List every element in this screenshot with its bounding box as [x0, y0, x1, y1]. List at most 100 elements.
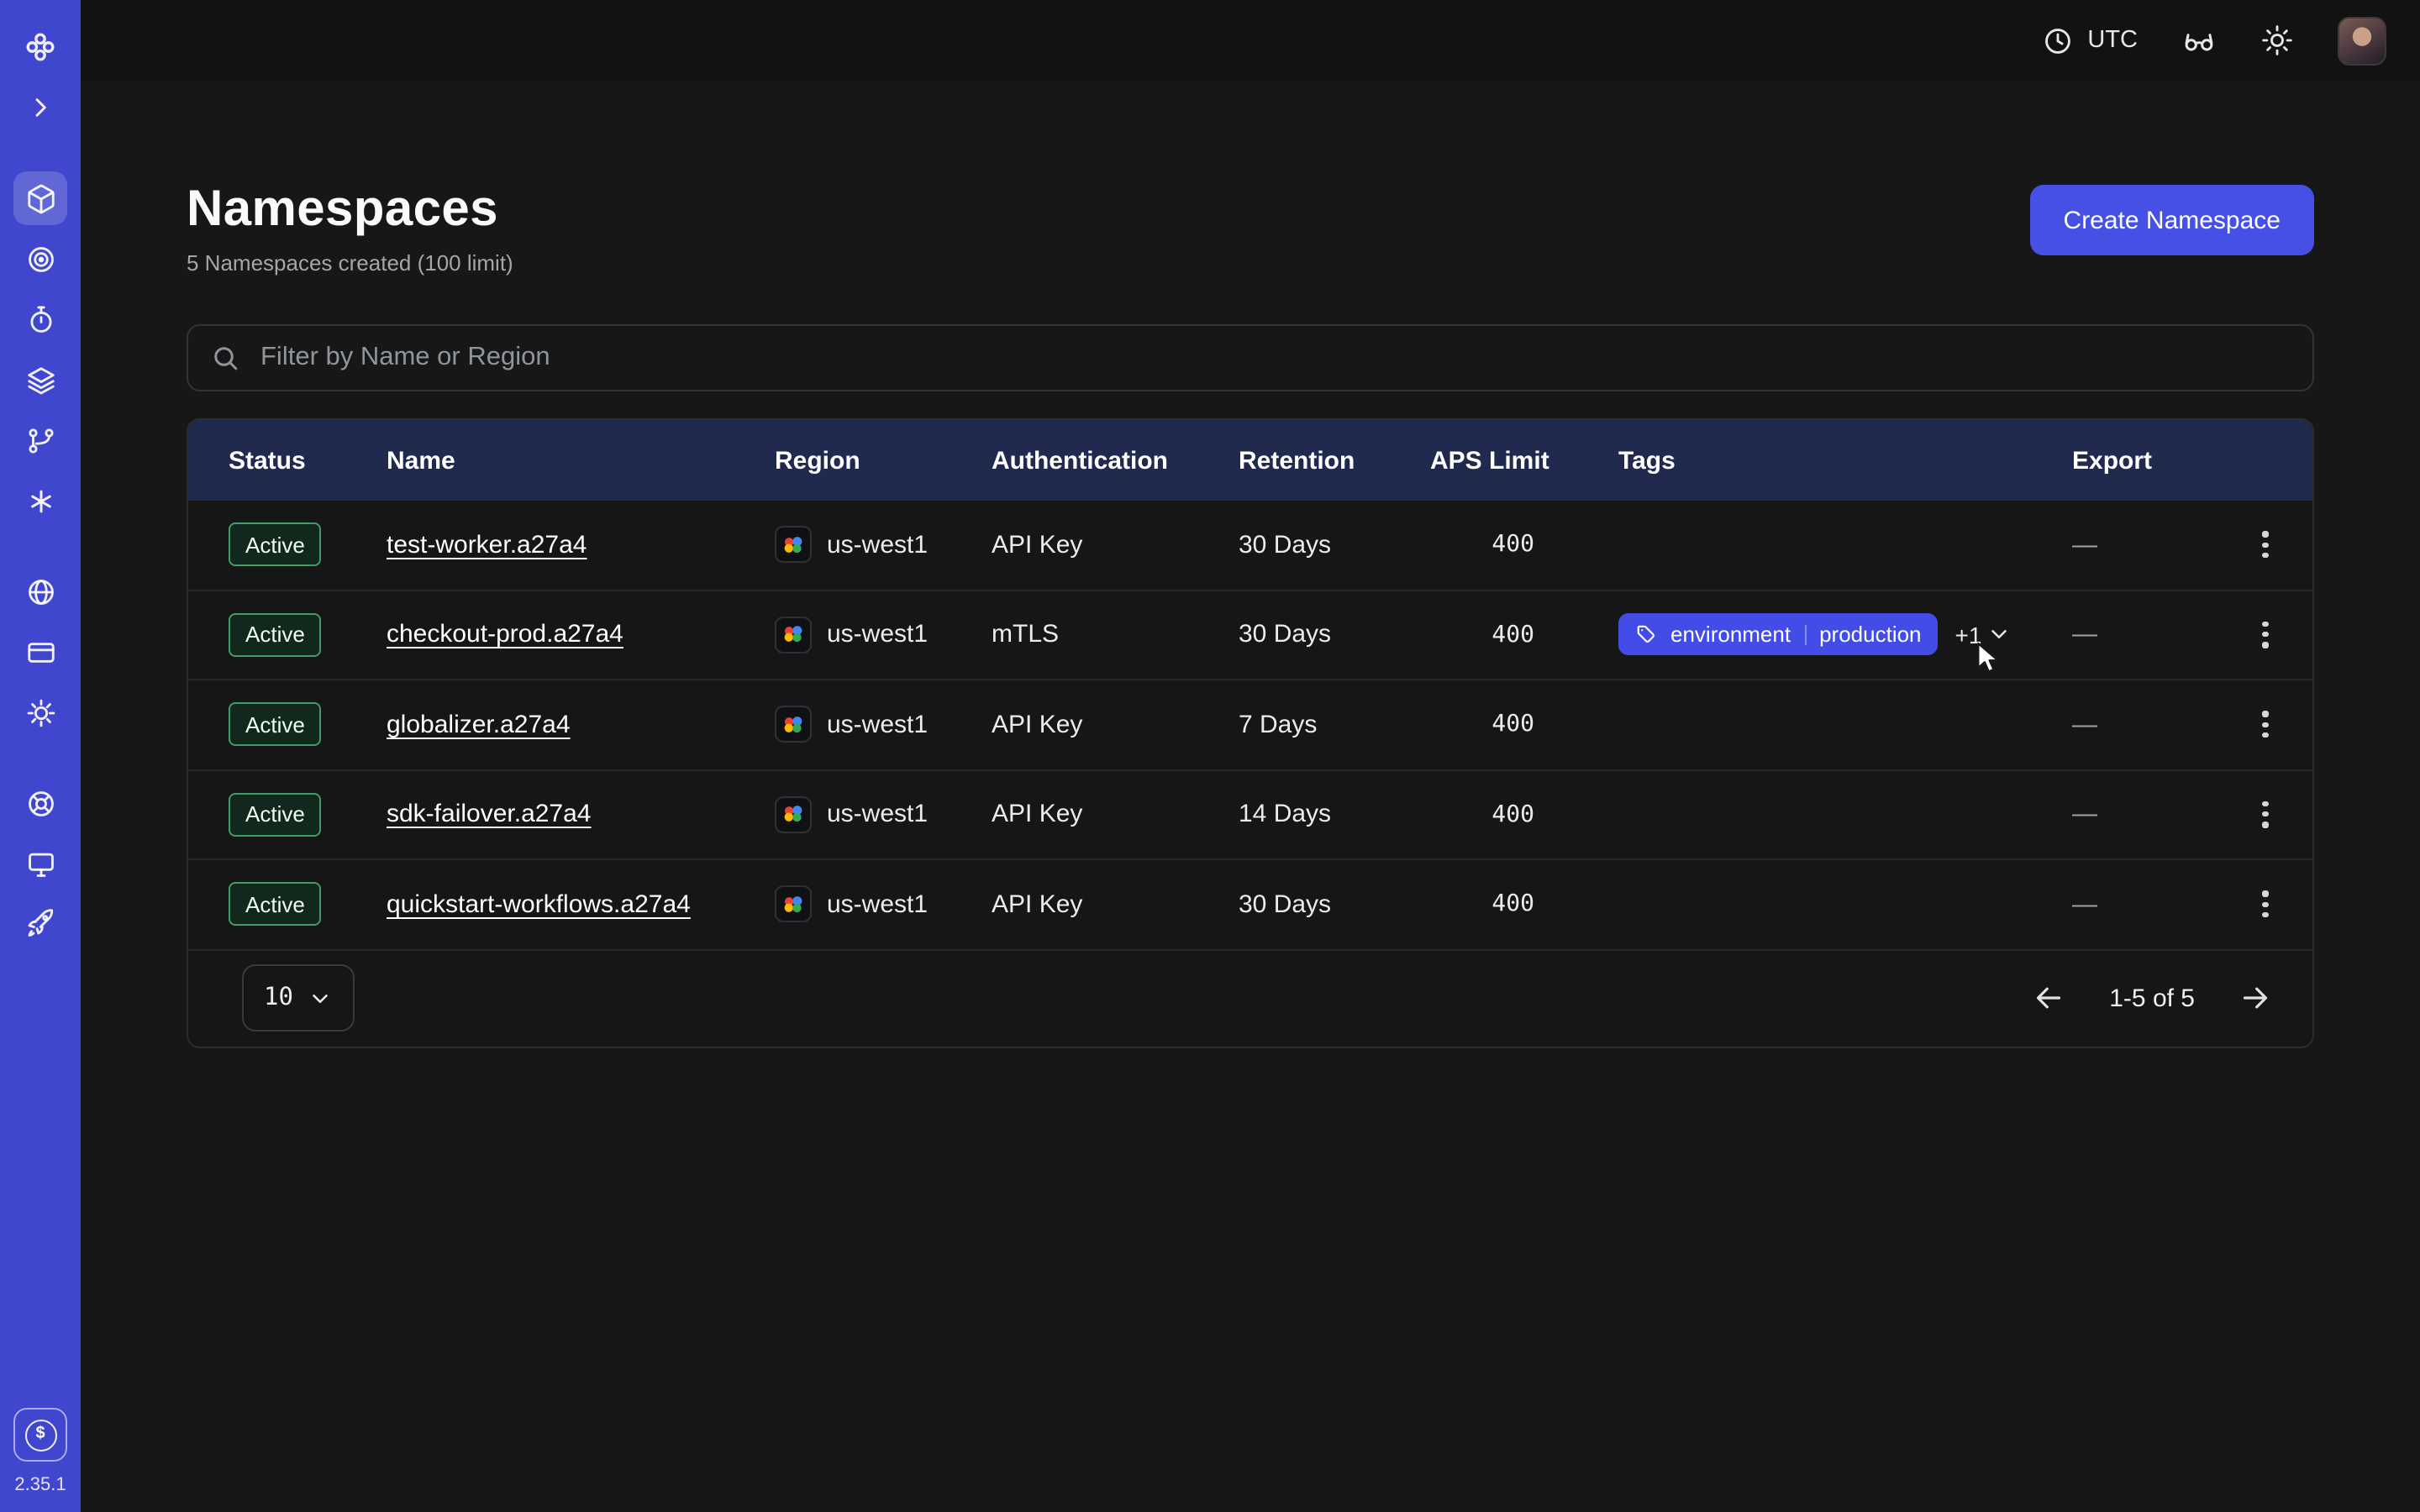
sidebar-item-schedules[interactable]: [13, 292, 67, 346]
retention-value: 30 Days: [1239, 531, 1430, 559]
column-header-aps-limit: APS Limit: [1430, 446, 1618, 475]
tags-more-expander[interactable]: +1: [1955, 622, 2012, 648]
page-title: Namespaces: [187, 181, 513, 239]
topbar: UTC: [81, 0, 2420, 81]
sidebar-item-target[interactable]: [13, 232, 67, 286]
tag-icon: [1635, 624, 1657, 646]
search-bar: [187, 324, 2314, 391]
column-header-tags: Tags: [1618, 446, 2072, 475]
sidebar-item-nexus[interactable]: [13, 474, 67, 528]
layers-icon: [24, 364, 56, 396]
timer-icon: [24, 303, 56, 335]
retention-value: 30 Days: [1239, 890, 1430, 919]
cube-icon: [24, 182, 56, 214]
monitor-icon: [24, 848, 56, 879]
gcp-cloud-icon: [775, 617, 812, 654]
page-size-select[interactable]: 10: [242, 964, 355, 1032]
aps-limit-value: 400: [1430, 891, 1618, 918]
app-root: $ 2.35.1 UTC: [0, 0, 2420, 1512]
chevron-down-icon: [1986, 622, 2012, 648]
auth-method: API Key: [992, 801, 1239, 829]
sidebar: $ 2.35.1: [0, 0, 81, 1512]
sidebar-item-support[interactable]: [13, 776, 67, 830]
region-label: us-west1: [827, 621, 928, 649]
namespace-link[interactable]: sdk-failover.a27a4: [387, 801, 592, 829]
namespaces-table: Status Name Region Authentication Retent…: [187, 418, 2314, 1047]
column-header-name: Name: [387, 446, 775, 475]
region-label: us-west1: [827, 890, 928, 919]
auth-method: API Key: [992, 531, 1239, 559]
dollar-icon: $: [24, 1419, 56, 1451]
export-value: —: [2072, 890, 2242, 919]
status-badge: Active: [229, 613, 322, 657]
namespace-link[interactable]: globalizer.a27a4: [387, 711, 571, 739]
row-actions-kebab-icon[interactable]: [2242, 612, 2289, 659]
row-actions-kebab-icon[interactable]: [2242, 791, 2289, 838]
auth-method: mTLS: [992, 621, 1239, 649]
rocket-icon: [24, 908, 56, 940]
column-header-region: Region: [775, 446, 992, 475]
sidebar-expand-chevron-icon[interactable]: [13, 81, 67, 134]
status-badge: Active: [229, 523, 322, 567]
timezone-selector[interactable]: UTC: [2042, 24, 2138, 56]
sidebar-item-deployments[interactable]: [13, 353, 67, 407]
theme-toggle[interactable]: [2260, 24, 2294, 57]
gear-icon: [24, 696, 56, 728]
content-column: UTC Namespaces: [81, 0, 2420, 1512]
temporal-logo-icon[interactable]: [13, 20, 67, 74]
sidebar-item-billing[interactable]: [13, 625, 67, 679]
gcp-cloud-icon: [775, 886, 812, 923]
table-row: Active quickstart-workflows.a27a4 us-wes…: [188, 858, 2312, 948]
row-actions-kebab-icon[interactable]: [2242, 701, 2289, 748]
region-label: us-west1: [827, 711, 928, 739]
main-content: Namespaces 5 Namespaces created (100 lim…: [81, 81, 2420, 1512]
life-buoy-icon: [24, 787, 56, 819]
dev-mode-toggle[interactable]: [2181, 23, 2217, 58]
auth-method: API Key: [992, 890, 1239, 919]
sidebar-item-docs[interactable]: [13, 837, 67, 890]
sidebar-item-usage[interactable]: $: [13, 1408, 67, 1462]
table-footer: 10 1-5 of 5: [188, 948, 2312, 1046]
sidebar-item-settings[interactable]: [13, 685, 67, 739]
namespace-link[interactable]: test-worker.a27a4: [387, 531, 587, 559]
tags-cell: environment production +1: [1618, 614, 2072, 656]
namespace-link[interactable]: checkout-prod.a27a4: [387, 621, 623, 649]
column-header-export: Export: [2072, 446, 2242, 475]
page-subtitle: 5 Namespaces created (100 limit): [187, 250, 513, 276]
tag-pill[interactable]: environment production: [1618, 614, 1939, 656]
next-page-arrow-icon[interactable]: [2238, 981, 2272, 1015]
namespace-link[interactable]: quickstart-workflows.a27a4: [387, 890, 691, 919]
table-row: Active globalizer.a27a4 us-west1 API Key…: [188, 679, 2312, 769]
column-header-authentication: Authentication: [992, 446, 1239, 475]
clock-icon: [2042, 24, 2074, 56]
export-value: —: [2072, 711, 2242, 739]
export-value: —: [2072, 621, 2242, 649]
table-row: Active sdk-failover.a27a4 us-west1 API K…: [188, 769, 2312, 858]
user-avatar[interactable]: [2338, 16, 2386, 65]
app-version: 2.35.1: [14, 1475, 66, 1495]
sidebar-item-namespaces[interactable]: [13, 171, 67, 225]
pagination: 1-5 of 5: [2032, 981, 2272, 1015]
status-badge: Active: [229, 793, 322, 837]
region-label: us-west1: [827, 801, 928, 829]
export-value: —: [2072, 801, 2242, 829]
pagination-range-label: 1-5 of 5: [2109, 984, 2195, 1012]
page-header: Namespaces 5 Namespaces created (100 lim…: [187, 181, 2314, 276]
tag-value: production: [1819, 622, 1921, 648]
row-actions-kebab-icon[interactable]: [2242, 881, 2289, 928]
previous-page-arrow-icon[interactable]: [2032, 981, 2065, 1015]
row-actions-kebab-icon[interactable]: [2242, 522, 2289, 569]
page-size-value: 10: [264, 984, 293, 1011]
search-input[interactable]: [257, 341, 2291, 375]
sidebar-item-regions[interactable]: [13, 564, 67, 618]
glasses-icon: [2181, 23, 2217, 58]
table-header-row: Status Name Region Authentication Retent…: [188, 420, 2312, 501]
auth-method: API Key: [992, 711, 1239, 739]
table-row: Active checkout-prod.a27a4 us-west1 mTLS…: [188, 589, 2312, 679]
create-namespace-button[interactable]: Create Namespace: [2030, 185, 2314, 255]
sun-icon: [2260, 24, 2294, 57]
retention-value: 30 Days: [1239, 621, 1430, 649]
chevron-down-icon: [308, 985, 334, 1011]
sidebar-item-getting-started[interactable]: [13, 897, 67, 951]
sidebar-item-batch[interactable]: [13, 413, 67, 467]
